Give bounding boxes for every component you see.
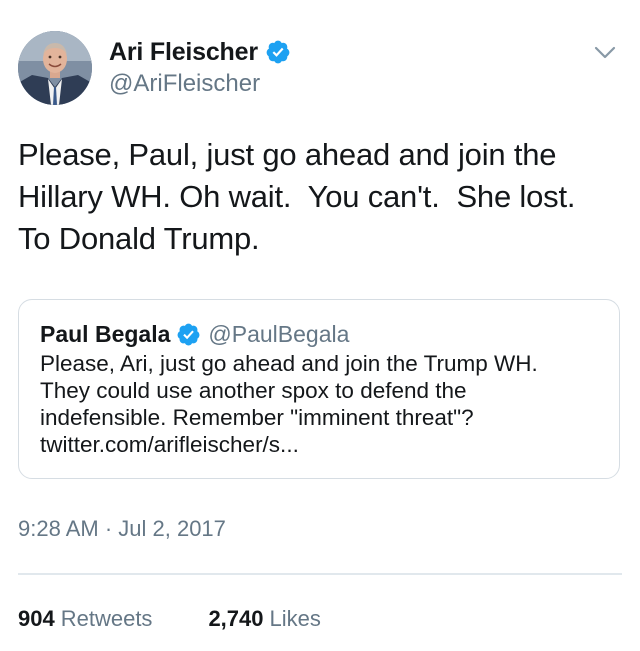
avatar[interactable] (18, 31, 92, 105)
retweets-count: 904 (18, 606, 55, 631)
likes-label: Likes (269, 606, 321, 631)
display-name-row: Ari Fleischer (109, 37, 291, 67)
avatar-image (18, 31, 92, 105)
tweet-text: Please, Paul, just go ahead and join the… (18, 137, 576, 256)
likes-count: 2,740 (208, 606, 264, 631)
divider (18, 573, 622, 575)
retweets-label: Retweets (60, 606, 153, 631)
verified-badge-icon (265, 39, 291, 65)
quoted-tweet-text: Please, Ari, just go ahead and join the … (40, 351, 538, 457)
quoted-verified-badge-icon (176, 322, 201, 347)
retweets-stat[interactable]: 904 Retweets (18, 606, 152, 632)
author-handle[interactable]: @AriFleischer (109, 70, 291, 98)
likes-stat[interactable]: 2,740 Likes (208, 606, 320, 632)
quoted-handle[interactable]: @PaulBegala (208, 321, 349, 348)
tweet-timestamp[interactable]: 9:28 AM · Jul 2, 2017 (18, 516, 226, 542)
quoted-tweet-card[interactable]: Paul Begala @PaulBegala Please, Ari, jus… (18, 299, 620, 479)
quoted-tweet-header: Paul Begala @PaulBegala (40, 320, 349, 348)
quoted-display-name[interactable]: Paul Begala (40, 321, 170, 348)
chevron-down-icon[interactable] (593, 41, 617, 65)
tweet-stats: 904 Retweets 2,740 Likes (18, 606, 321, 632)
tweet-header: Ari Fleischer @AriFleischer (18, 31, 622, 109)
author-info: Ari Fleischer @AriFleischer (109, 37, 291, 98)
display-name[interactable]: Ari Fleischer (109, 38, 258, 67)
